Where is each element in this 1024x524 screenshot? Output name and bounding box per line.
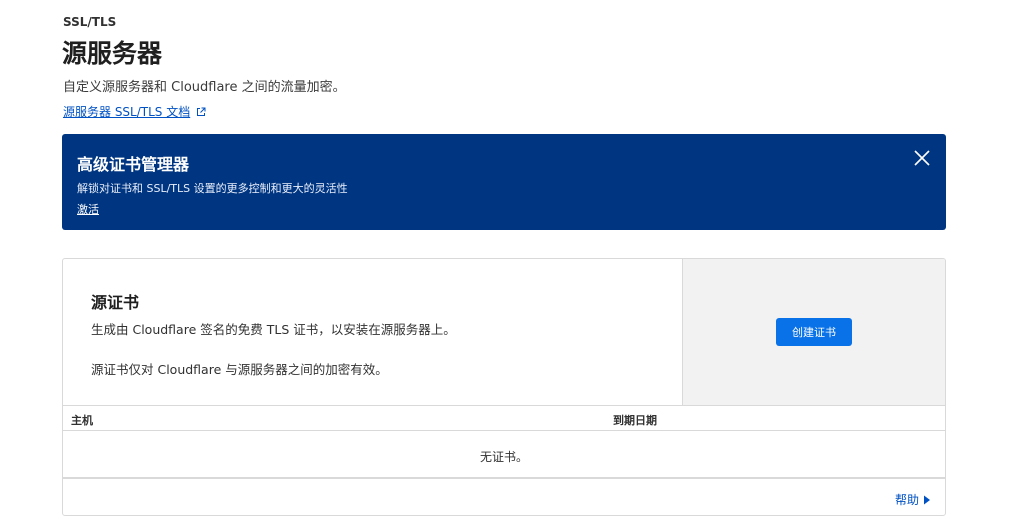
banner-description: 解锁对证书和 SSL/TLS 设置的更多控制和更大的灵活性 <box>77 182 348 195</box>
card-info: 源证书 生成由 Cloudflare 签名的免费 TLS 证书，以安装在源服务器… <box>63 259 682 405</box>
card-description-2: 源证书仅对 Cloudflare 与源服务器之间的加密有效。 <box>91 362 388 377</box>
banner-title: 高级证书管理器 <box>77 155 190 174</box>
docs-link-label: 源服务器 SSL/TLS 文档 <box>63 105 191 119</box>
page-title: 源服务器 <box>62 39 163 68</box>
empty-state-text: 无证书。 <box>479 450 528 464</box>
banner-activate-link[interactable]: 激活 <box>77 201 99 217</box>
column-header-expiry: 到期日期 <box>613 414 657 427</box>
page-subtitle: 自定义源服务器和 Cloudflare 之间的流量加密。 <box>63 80 346 95</box>
close-icon[interactable] <box>912 148 932 168</box>
create-certificate-button[interactable]: 创建证书 <box>776 318 852 346</box>
acm-banner: 高级证书管理器 解锁对证书和 SSL/TLS 设置的更多控制和更大的灵活性 激活 <box>62 134 946 230</box>
card-title: 源证书 <box>91 293 140 312</box>
caret-right-icon <box>924 495 930 504</box>
empty-state-row: 无证书。 <box>63 431 945 479</box>
table-header: 主机 到期日期 <box>63 405 945 431</box>
column-header-host: 主机 <box>71 414 93 427</box>
card-description-1: 生成由 Cloudflare 签名的免费 TLS 证书，以安装在源服务器上。 <box>91 322 456 337</box>
docs-link[interactable]: 源服务器 SSL/TLS 文档 <box>63 103 206 120</box>
external-link-icon <box>197 107 206 116</box>
help-link-label: 帮助 <box>894 493 919 507</box>
help-link[interactable]: 帮助 <box>895 491 931 508</box>
origin-certificates-card: 源证书 生成由 Cloudflare 签名的免费 TLS 证书，以安装在源服务器… <box>62 258 946 516</box>
card-action-panel: 创建证书 <box>682 259 945 405</box>
breadcrumb-eyebrow: SSL/TLS <box>63 15 117 29</box>
